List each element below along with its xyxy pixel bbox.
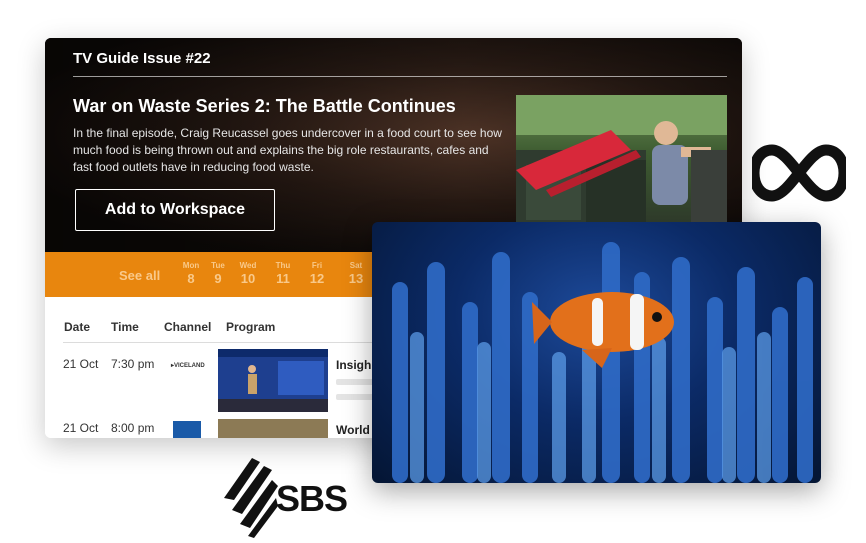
row-time: 7:30 pm xyxy=(111,357,155,371)
header-time: Time xyxy=(111,320,139,334)
abc-logo-icon xyxy=(748,138,850,213)
add-to-workspace-button[interactable]: Add to Workspace xyxy=(75,189,275,231)
day-tue[interactable]: Tue 9 xyxy=(204,261,232,287)
program-title[interactable]: World xyxy=(336,423,370,437)
day-date: 13 xyxy=(348,271,364,286)
hero-divider xyxy=(73,76,727,77)
clownfish-image-card xyxy=(372,222,821,483)
sbs-logo-text: SBS xyxy=(276,478,348,519)
day-name: Wed xyxy=(239,261,257,270)
show-title: War on Waste Series 2: The Battle Contin… xyxy=(73,96,456,116)
day-name: Sat xyxy=(349,261,363,270)
clownfish-image xyxy=(392,242,813,483)
abc-channel-icon xyxy=(173,421,201,438)
placeholder-line xyxy=(336,379,376,385)
day-date: 12 xyxy=(309,271,325,286)
issue-title: TV Guide Issue #22 xyxy=(73,50,211,67)
see-all-link[interactable]: See all xyxy=(119,268,160,283)
placeholder-line xyxy=(336,394,376,400)
row-date: 21 Oct xyxy=(63,421,99,435)
day-wed[interactable]: Wed 10 xyxy=(234,261,262,287)
day-thu[interactable]: Thu 11 xyxy=(269,261,297,287)
program-thumbnail[interactable] xyxy=(218,419,328,438)
header-program: Program xyxy=(226,320,276,334)
header-date: Date xyxy=(64,320,91,334)
show-description: In the final episode, Craig Reucassel go… xyxy=(73,126,502,174)
day-date: 11 xyxy=(276,271,290,286)
day-date: 8 xyxy=(187,271,195,286)
viceland-logo: ▸VICELAND xyxy=(171,363,205,369)
day-name: Thu xyxy=(275,261,291,270)
day-date: 10 xyxy=(240,271,256,286)
header-divider xyxy=(63,342,383,343)
sbs-logo-icon xyxy=(222,458,278,543)
program-title[interactable]: Insigh xyxy=(336,358,371,372)
row-time: 8:00 pm xyxy=(111,421,155,435)
day-sat[interactable]: Sat 13 xyxy=(342,261,370,287)
show-thumbnail-image xyxy=(516,95,727,222)
day-name: Fri xyxy=(311,261,323,270)
day-name: Mon xyxy=(182,261,200,270)
program-thumbnail[interactable] xyxy=(218,349,328,412)
program-thumbnail-image xyxy=(218,349,328,412)
show-thumbnail[interactable] xyxy=(516,95,727,222)
hero-section: TV Guide Issue #22 War on Waste Series 2… xyxy=(45,38,742,252)
row-date: 21 Oct xyxy=(63,357,99,371)
channel-name: VICELAND xyxy=(174,363,205,369)
header-channel: Channel xyxy=(164,320,212,334)
day-mon[interactable]: Mon 8 xyxy=(177,261,205,287)
day-fri[interactable]: Fri 12 xyxy=(303,261,331,287)
day-date: 9 xyxy=(214,271,222,286)
day-name: Tue xyxy=(211,261,225,270)
